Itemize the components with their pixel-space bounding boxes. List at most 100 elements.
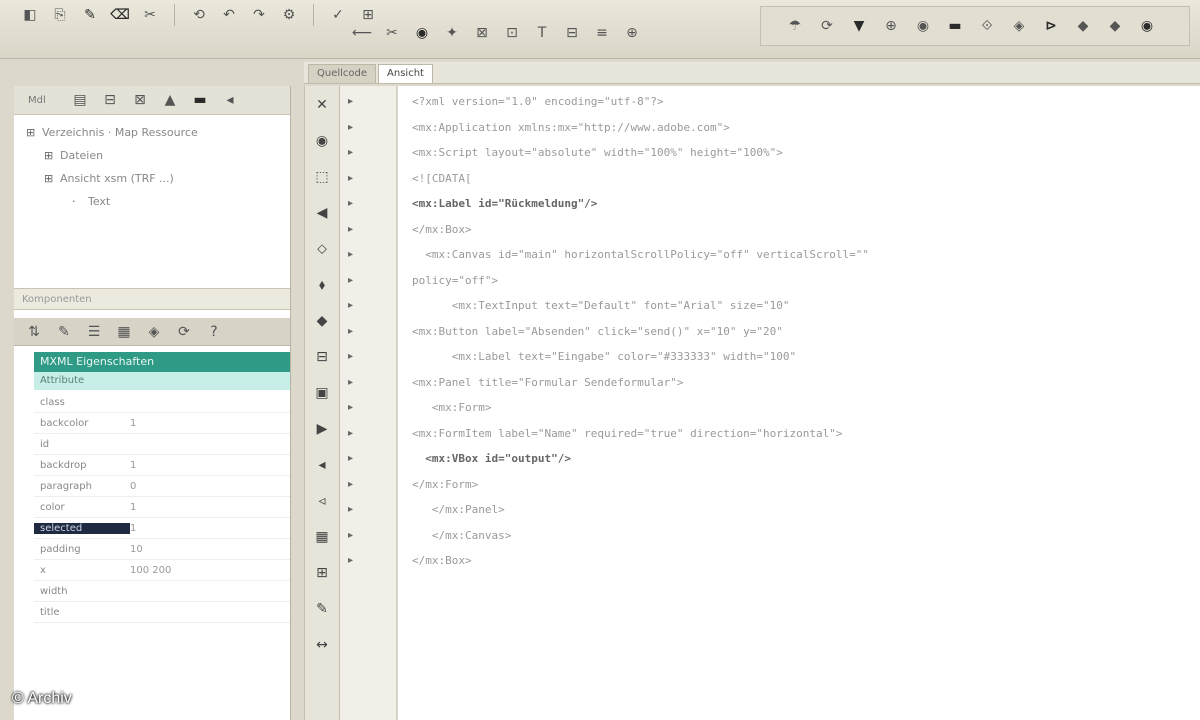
panel-button-10-icon[interactable]: ◆ [1071, 14, 1095, 38]
panel-button-8-icon[interactable]: ◈ [1007, 14, 1031, 38]
expand-icon[interactable]: ⊞ [26, 121, 36, 144]
property-value[interactable]: 1 [130, 460, 290, 471]
tree-close-icon[interactable]: ◂ [218, 88, 242, 112]
toolbar-button-9-icon[interactable]: ⚙ [277, 3, 301, 27]
expand-icon[interactable]: · [72, 190, 82, 213]
code-line[interactable]: <mx:Panel title="Formular Sendeformular"… [412, 375, 684, 391]
vertical-tool-9-icon[interactable]: ▣ [311, 382, 333, 404]
code-line[interactable]: <mx:VBox id="output"/> [412, 451, 571, 467]
insert-button-8-icon[interactable]: ⊟ [560, 21, 584, 45]
panel-button-1-icon[interactable]: ☂ [783, 14, 807, 38]
panel-button-3-icon[interactable]: ▼ [847, 14, 871, 38]
code-line[interactable]: </mx:Box> [412, 553, 472, 569]
gutter-marker-icon[interactable]: ▸ [348, 300, 353, 311]
gutter-marker-icon[interactable]: ▸ [348, 224, 353, 235]
insert-button-10-icon[interactable]: ⊕ [620, 21, 644, 45]
property-row[interactable]: title [34, 602, 290, 623]
tree-filter-icon[interactable]: ⊟ [98, 88, 122, 112]
code-line[interactable]: <?xml version="1.0" encoding="utf-8"?> [412, 94, 664, 110]
gutter-marker-icon[interactable]: ▸ [348, 122, 353, 133]
property-value[interactable]: 10 [130, 544, 290, 555]
gutter-marker-icon[interactable]: ▸ [348, 96, 353, 107]
code-editor[interactable]: <?xml version="1.0" encoding="utf-8"?> <m… [398, 86, 1200, 720]
toolbar-button-3-icon[interactable]: ✎ [78, 3, 102, 27]
components-strip[interactable]: Komponenten [14, 288, 290, 310]
code-line[interactable]: <mx:Canvas id="main" horizontalScrollPol… [412, 247, 869, 263]
panel-button-6-icon[interactable]: ▬ [943, 14, 967, 38]
insert-button-2-icon[interactable]: ✂ [380, 21, 404, 45]
gutter-marker-icon[interactable]: ▸ [348, 453, 353, 464]
code-line[interactable]: <mx:Script layout="absolute" width="100%… [412, 145, 783, 161]
vertical-tool-14-icon[interactable]: ⊞ [311, 562, 333, 584]
code-line[interactable]: <mx:Form> [412, 400, 492, 416]
toolbar-button-5-icon[interactable]: ✂ [138, 3, 162, 27]
prop-refresh-icon[interactable]: ⟳ [172, 320, 196, 344]
prop-help-icon[interactable]: ? [202, 320, 226, 344]
panel-button-4-icon[interactable]: ⊕ [879, 14, 903, 38]
code-line[interactable]: <mx:TextInput text="Default" font="Arial… [412, 298, 790, 314]
expand-icon[interactable]: ⊞ [44, 144, 54, 167]
tree-grid-icon[interactable]: ▬ [188, 88, 212, 112]
vertical-tool-3-icon[interactable]: ⬚ [311, 166, 333, 188]
tree-up-icon[interactable]: ▲ [158, 88, 182, 112]
code-line[interactable]: </mx:Form> [412, 477, 478, 493]
property-value[interactable]: 1 [130, 502, 290, 513]
toolbar-button-1-icon[interactable]: ◧ [18, 3, 42, 27]
property-row[interactable]: backdrop 1 [34, 455, 290, 476]
vertical-tool-6-icon[interactable]: ⬧ [311, 274, 333, 296]
vertical-tool-4-icon[interactable]: ◀ [311, 202, 333, 224]
vertical-tool-13-icon[interactable]: ▦ [311, 526, 333, 548]
tree-node[interactable]: ⊞ Dateien [26, 144, 290, 167]
vertical-tool-16-icon[interactable]: ↔ [311, 634, 333, 656]
code-line[interactable]: </mx:Panel> [412, 502, 505, 518]
property-row[interactable]: selected 1 [34, 518, 290, 539]
property-row[interactable]: paragraph 0 [34, 476, 290, 497]
gutter-marker-icon[interactable]: ▸ [348, 402, 353, 413]
property-row[interactable]: x 100 200 [34, 560, 290, 581]
gutter-marker-icon[interactable]: ▸ [348, 479, 353, 490]
toolbar-button-6-icon[interactable]: ⟲ [187, 3, 211, 27]
prop-sort-icon[interactable]: ⇅ [22, 320, 46, 344]
code-line[interactable]: <![CDATA[ [412, 171, 472, 187]
tree-lock-icon[interactable]: ⊠ [128, 88, 152, 112]
gutter-marker-icon[interactable]: ▸ [348, 428, 353, 439]
code-line[interactable]: <mx:Label text="Eingabe" color="#333333"… [412, 349, 796, 365]
insert-button-5-icon[interactable]: ⊠ [470, 21, 494, 45]
prop-grid-icon[interactable]: ▦ [112, 320, 136, 344]
toolbar-button-4-icon[interactable]: ⌫ [108, 3, 132, 27]
vertical-tool-11-icon[interactable]: ◂ [311, 454, 333, 476]
code-line[interactable]: </mx:Canvas> [412, 528, 511, 544]
prop-edit-icon[interactable]: ✎ [52, 320, 76, 344]
property-value[interactable]: 1 [130, 418, 290, 429]
gutter-marker-icon[interactable]: ▸ [348, 504, 353, 515]
gutter-marker-icon[interactable]: ▸ [348, 377, 353, 388]
toolbar-button-2-icon[interactable]: ⎘ [48, 3, 72, 27]
code-line[interactable]: policy="off"> [412, 273, 498, 289]
vertical-tool-8-icon[interactable]: ⊟ [311, 346, 333, 368]
expand-icon[interactable]: ⊞ [44, 167, 54, 190]
panel-button-2-icon[interactable]: ⟳ [815, 14, 839, 38]
property-row[interactable]: backcolor 1 [34, 413, 290, 434]
property-row[interactable]: class [34, 392, 290, 413]
gutter-marker-icon[interactable]: ▸ [348, 555, 353, 566]
insert-button-9-icon[interactable]: ≡ [590, 21, 614, 45]
tree-node[interactable]: · Text [26, 190, 290, 213]
vertical-tool-2-icon[interactable]: ◉ [311, 130, 333, 152]
property-row[interactable]: color 1 [34, 497, 290, 518]
panel-button-5-icon[interactable]: ◉ [911, 14, 935, 38]
gutter-marker-icon[interactable]: ▸ [348, 249, 353, 260]
insert-button-3-icon[interactable]: ◉ [410, 21, 434, 45]
vertical-tool-12-icon[interactable]: ◃ [311, 490, 333, 512]
vertical-tool-10-icon[interactable]: ▶ [311, 418, 333, 440]
property-row[interactable]: width [34, 581, 290, 602]
tree-view-icon[interactable]: ▤ [68, 88, 92, 112]
vertical-tool-1-icon[interactable]: ✕ [311, 94, 333, 116]
insert-button-4-icon[interactable]: ✦ [440, 21, 464, 45]
code-line[interactable]: <mx:Application xmlns:mx="http://www.ado… [412, 120, 730, 136]
gutter-marker-icon[interactable]: ▸ [348, 351, 353, 362]
gutter-marker-icon[interactable]: ▸ [348, 173, 353, 184]
insert-button-6-icon[interactable]: ⊡ [500, 21, 524, 45]
property-row[interactable]: padding 10 [34, 539, 290, 560]
tab-ansicht[interactable]: Ansicht [378, 64, 433, 83]
property-value[interactable]: 1 [130, 523, 290, 534]
